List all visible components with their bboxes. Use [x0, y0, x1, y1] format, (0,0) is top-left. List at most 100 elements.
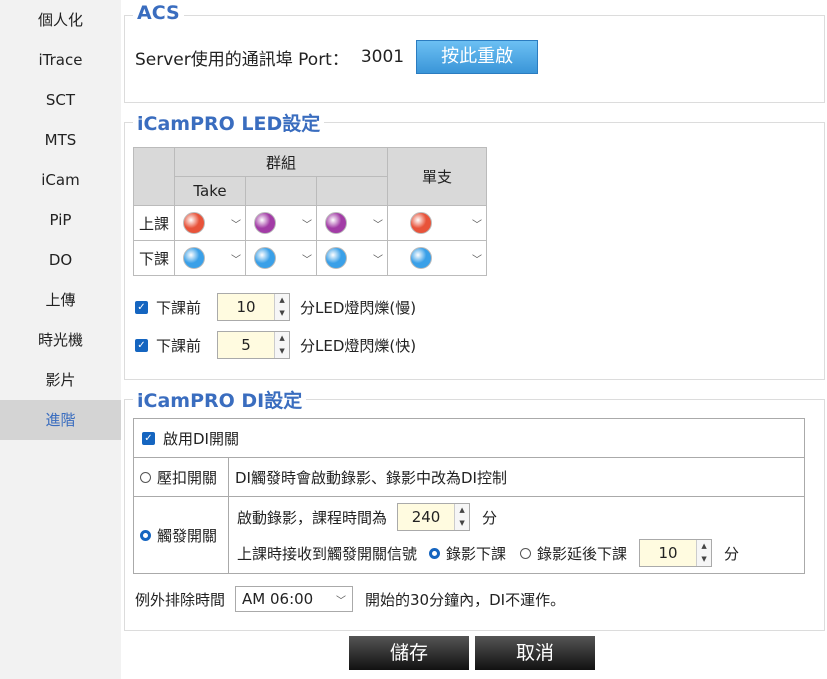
sidebar-item-icam[interactable]: iCam — [0, 160, 121, 200]
press-label: 壓扣開關 — [157, 468, 218, 487]
opt-end-label: 錄影下課 — [446, 544, 507, 563]
di-press-row: 壓扣開關 DI觸發時會啟動錄影、錄影中改為DI控制 — [134, 458, 804, 497]
led-color-icon — [410, 212, 432, 234]
chevron-down-icon: ﹀ — [336, 595, 347, 607]
led-color-icon — [325, 212, 347, 234]
blink-fast-stepper[interactable]: 5 ▲ ▼ — [217, 331, 291, 359]
except-time-value: AM 06:00 — [242, 590, 314, 608]
blink-fast-value[interactable]: 5 — [218, 332, 274, 358]
blink-fast-label: 下課前 — [156, 336, 202, 355]
blink-slow-value[interactable]: 10 — [218, 294, 274, 320]
course-time-unit: 分 — [482, 508, 498, 527]
sidebar-item-timemachine[interactable]: 時光機 — [0, 320, 121, 360]
led-color-icon — [183, 247, 205, 269]
di-title: iCamPRO DI設定 — [133, 386, 307, 413]
led-select[interactable]: ﹀ — [246, 207, 316, 239]
sidebar-item-pip[interactable]: PiP — [0, 200, 121, 240]
chevron-down-icon: ﹀ — [472, 254, 482, 266]
down-arrow-icon[interactable]: ▼ — [275, 345, 289, 358]
group-col3-header — [316, 176, 388, 206]
sidebar-item-mts[interactable]: MTS — [0, 120, 121, 160]
up-arrow-icon[interactable]: ▲ — [455, 504, 469, 517]
led-color-icon — [183, 212, 205, 234]
sidebar-item-video[interactable]: 影片 — [0, 360, 121, 400]
up-arrow-icon[interactable]: ▲ — [275, 294, 289, 307]
di-table: ✓ 啟用DI開關 壓扣開關 DI觸發時會啟動錄影、錄影中改為DI控制 觸發開關 … — [133, 418, 805, 574]
chevron-down-icon: ﹀ — [373, 254, 383, 266]
chevron-down-icon: ﹀ — [231, 254, 241, 266]
corner-cell — [133, 147, 175, 206]
save-button[interactable]: 儲存 — [349, 636, 469, 670]
down-arrow-icon[interactable]: ▼ — [697, 553, 711, 566]
chevron-down-icon: ﹀ — [302, 219, 312, 231]
chevron-down-icon: ﹀ — [302, 254, 312, 266]
led-color-icon — [325, 247, 347, 269]
led-select[interactable]: ﹀ — [175, 207, 245, 239]
blink-slow-checkbox[interactable]: ✓ — [135, 300, 148, 314]
sidebar-item-advanced[interactable]: 進階 — [0, 400, 121, 440]
trigger-label: 觸發開關 — [157, 526, 218, 545]
course-time-stepper[interactable]: 240 ▲ ▼ — [397, 503, 471, 531]
up-arrow-icon[interactable]: ▲ — [697, 540, 711, 553]
di-trigger-row: 觸發開關 啟動錄影，課程時間為 240 ▲ ▼ 分 上課時接收到觸發開關信號 錄影… — [134, 497, 804, 573]
chevron-down-icon: ﹀ — [472, 219, 482, 231]
except-suffix: 開始的30分鐘內，DI不運作。 — [365, 590, 566, 609]
port-value: 3001 — [360, 47, 405, 67]
sidebar-item-personal[interactable]: 個人化 — [0, 0, 121, 40]
led-select[interactable]: ﹀ — [388, 242, 486, 274]
except-row: 例外排除時間 AM 06:00 ﹀ 開始的30分鐘內，DI不運作。 — [135, 586, 565, 612]
trigger-line2-label: 上課時接收到觸發開關信號 — [237, 544, 418, 563]
blink-fast-row: ✓ 下課前 5 ▲ ▼ 分LED燈閃爍(快) — [135, 331, 416, 359]
blink-slow-stepper[interactable]: 10 ▲ ▼ — [217, 293, 291, 321]
led-select[interactable]: ﹀ — [246, 242, 316, 274]
sidebar-item-upload[interactable]: 上傳 — [0, 280, 121, 320]
led-select[interactable]: ﹀ — [317, 207, 387, 239]
di-enable-checkbox[interactable]: ✓ — [142, 431, 155, 445]
sidebar-item-do[interactable]: DO — [0, 240, 121, 280]
cancel-button[interactable]: 取消 — [475, 636, 595, 670]
restart-button[interactable]: 按此重啟 — [416, 40, 539, 74]
except-label: 例外排除時間 — [135, 590, 226, 609]
row-label-class-start: 上課 — [133, 205, 175, 241]
led-color-icon — [254, 247, 276, 269]
press-radio[interactable] — [140, 471, 151, 483]
led-select[interactable]: ﹀ — [317, 242, 387, 274]
led-section: iCamPRO LED設定 群組 單支 Take 上課 ﹀ ﹀ ﹀ ﹀ 下課 ﹀… — [124, 109, 825, 380]
blink-slow-suffix: 分LED燈閃爍(慢) — [300, 298, 417, 317]
port-label: Server使用的通訊埠 Port： — [135, 49, 349, 70]
take-header: Take — [174, 176, 246, 206]
course-time-value[interactable]: 240 — [398, 504, 454, 530]
except-time-select[interactable]: AM 06:00 ﹀ — [235, 586, 354, 612]
sidebar-item-itrace[interactable]: iTrace — [0, 40, 121, 80]
delay-unit: 分 — [724, 544, 740, 563]
down-arrow-icon[interactable]: ▼ — [455, 517, 469, 530]
led-color-icon — [410, 247, 432, 269]
led-color-icon — [254, 212, 276, 234]
blink-slow-row: ✓ 下課前 10 ▲ ▼ 分LED燈閃爍(慢) — [135, 293, 416, 321]
blink-fast-checkbox[interactable]: ✓ — [135, 338, 148, 352]
row-label-class-end: 下課 — [133, 240, 175, 276]
opt-delay-label: 錄影延後下課 — [537, 544, 628, 563]
delay-value[interactable]: 10 — [640, 540, 696, 566]
acs-title: ACS — [133, 2, 184, 24]
sidebar-item-sct[interactable]: SCT — [0, 80, 121, 120]
down-arrow-icon[interactable]: ▼ — [275, 307, 289, 320]
trigger-radio[interactable] — [140, 529, 151, 541]
blink-fast-suffix: 分LED燈閃爍(快) — [300, 336, 417, 355]
group-header: 群組 — [174, 147, 388, 177]
opt-end-radio[interactable] — [429, 547, 441, 559]
chevron-down-icon: ﹀ — [373, 219, 383, 231]
sidebar: 個人化 iTrace SCT MTS iCam PiP DO 上傳 時光機 影片… — [0, 0, 121, 679]
delay-stepper[interactable]: 10 ▲ ▼ — [639, 539, 713, 567]
di-section: iCamPRO DI設定 ✓ 啟用DI開關 壓扣開關 DI觸發時會啟動錄影、錄影… — [124, 386, 825, 631]
up-arrow-icon[interactable]: ▲ — [275, 332, 289, 345]
group-col2-header — [245, 176, 317, 206]
single-header: 單支 — [387, 147, 487, 206]
led-select[interactable]: ﹀ — [388, 207, 486, 239]
chevron-down-icon: ﹀ — [231, 219, 241, 231]
opt-delay-radio[interactable] — [520, 547, 532, 559]
led-title: iCamPRO LED設定 — [133, 109, 325, 136]
trigger-line1-label: 啟動錄影，課程時間為 — [237, 508, 388, 527]
blink-slow-label: 下課前 — [156, 298, 202, 317]
led-select[interactable]: ﹀ — [175, 242, 245, 274]
